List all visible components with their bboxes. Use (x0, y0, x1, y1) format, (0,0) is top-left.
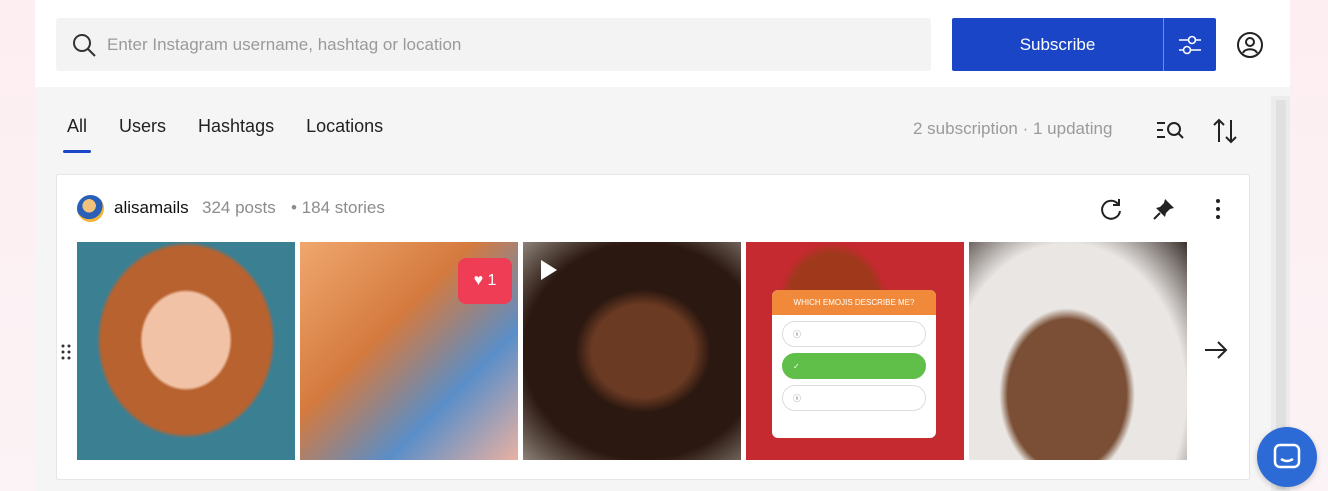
tab-bar: All Users Hashtags Locations (62, 116, 415, 153)
tab-hashtags[interactable]: Hashtags (198, 116, 274, 153)
story-thumbnail[interactable]: ♥ 1 (300, 242, 518, 460)
story-thumbnail[interactable] (77, 242, 295, 460)
more-icon[interactable] (1205, 196, 1231, 222)
like-badge: ♥ 1 (458, 258, 512, 304)
tab-users[interactable]: Users (119, 116, 166, 153)
poll-option-selected: ✓ (782, 353, 926, 379)
sliders-icon (1179, 35, 1201, 54)
subscription-status: 2 subscription · 1 updating (913, 119, 1113, 138)
subscribe-button[interactable]: Subscribe (952, 18, 1163, 71)
chat-icon (1273, 443, 1301, 469)
tab-all[interactable]: All (62, 116, 92, 153)
sort-icon[interactable] (1212, 117, 1238, 145)
account-icon[interactable] (1236, 31, 1264, 59)
tab-locations[interactable]: Locations (306, 116, 383, 153)
top-bar: Subscribe (35, 0, 1290, 87)
search-input[interactable] (107, 34, 907, 55)
story-thumbnail[interactable]: WHICH EMOJIS DESCRIBE ME? ⓧ ✓ ⓧ (746, 242, 964, 460)
poll-question: WHICH EMOJIS DESCRIBE ME? (772, 290, 936, 315)
poll-option: ⓧ (782, 385, 926, 411)
stories-count: • 184 stories (291, 198, 385, 217)
story-thumbnail[interactable] (523, 242, 741, 460)
heart-icon: ♥ (473, 272, 484, 289)
poll-sticker: WHICH EMOJIS DESCRIBE ME? ⓧ ✓ ⓧ (772, 290, 936, 438)
search-icon (73, 33, 96, 57)
posts-count: 324 posts (202, 198, 276, 217)
search-list-icon[interactable] (1156, 118, 1186, 142)
search-bar[interactable] (56, 18, 931, 71)
chat-button[interactable] (1257, 427, 1317, 487)
app: Subscribe All Users Hashtags Locations 2… (35, 0, 1290, 491)
refresh-icon[interactable] (1098, 196, 1124, 222)
filter-button[interactable] (1163, 18, 1216, 71)
subscription-card: alisamails 324 posts • 184 stories ♥ 1 W… (56, 174, 1250, 480)
story-thumbnail[interactable] (969, 242, 1187, 460)
story-thumbnails: ♥ 1 WHICH EMOJIS DESCRIBE ME? ⓧ ✓ ⓧ (77, 242, 1187, 460)
pin-icon[interactable] (1151, 196, 1177, 222)
play-icon[interactable] (541, 260, 557, 280)
arrow-right-icon[interactable] (1203, 339, 1229, 361)
avatar[interactable] (77, 195, 104, 222)
poll-option: ⓧ (782, 321, 926, 347)
username[interactable]: alisamails (114, 198, 189, 218)
like-count: 1 (487, 272, 497, 289)
drag-handle-icon[interactable] (60, 343, 72, 361)
